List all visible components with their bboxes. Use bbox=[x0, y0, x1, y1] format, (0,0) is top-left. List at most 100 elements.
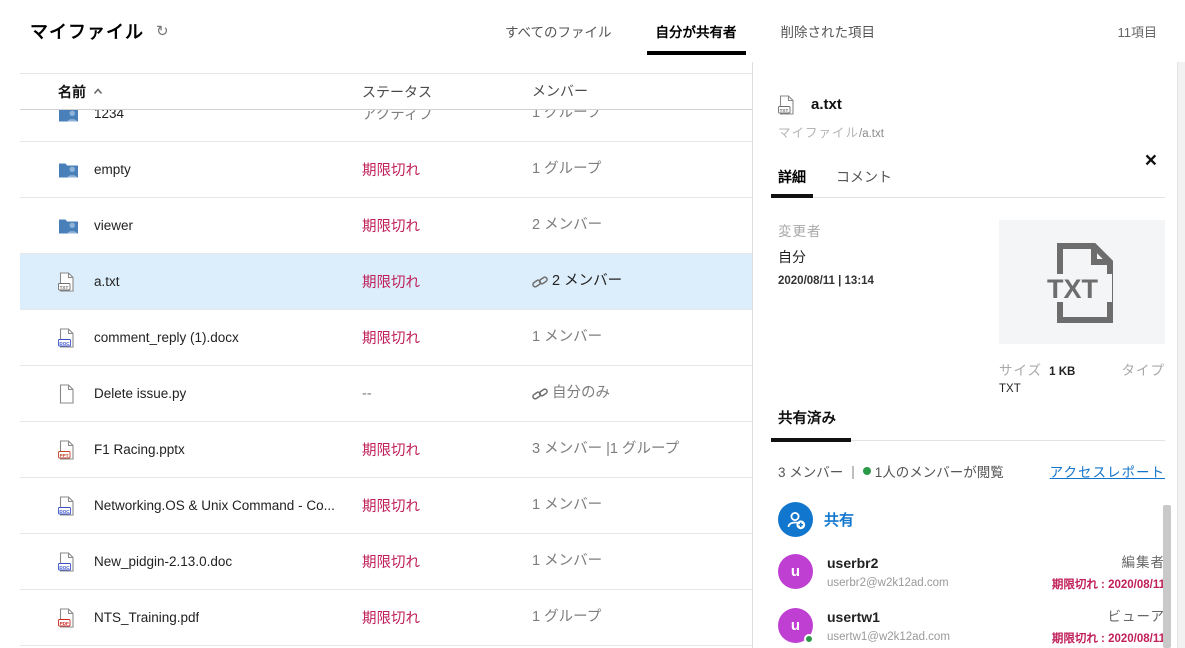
svg-text:DOC: DOC bbox=[59, 340, 70, 345]
panel-header: TXT a.txt bbox=[778, 94, 1165, 115]
file-table: 名前 ステータス メンバー bbox=[0, 62, 752, 648]
online-status-dot bbox=[804, 634, 814, 644]
view-tabs: すべてのファイル 自分が共有者 削除された項目 bbox=[505, 0, 875, 62]
table-row[interactable]: empty 期限切れ 1 グループ bbox=[20, 142, 752, 198]
link-icon bbox=[532, 386, 548, 402]
page-scrollbar[interactable] bbox=[1177, 62, 1185, 648]
page-title: マイファイル bbox=[30, 18, 144, 44]
column-header-name[interactable]: 名前 bbox=[20, 82, 362, 102]
top-bar: マイファイル ↻ すべてのファイル 自分が共有者 削除された項目 11項目 bbox=[0, 0, 1185, 62]
title-wrap: マイファイル ↻ bbox=[0, 18, 169, 44]
table-row[interactable]: DOC New_pidgin-2.13.0.doc 期限切れ bbox=[20, 534, 752, 590]
members-count: 3 メンバー |1 グループ bbox=[532, 439, 679, 460]
members-count: 2 メンバー bbox=[552, 271, 622, 292]
breadcrumb: マイファイル/a.txt bbox=[778, 122, 1165, 141]
status-cell: -- bbox=[362, 385, 532, 403]
table-body: 1234 アクティブ 1 グループ bbox=[20, 86, 752, 646]
table-row[interactable]: PPT F1 Racing.pptx 期限切れ 3 メンバー bbox=[20, 422, 752, 478]
members-cell: 1 グループ bbox=[532, 159, 752, 180]
table-row[interactable]: Delete issue.py -- 自分のみ bbox=[20, 366, 752, 422]
column-header-status[interactable]: ステータス bbox=[362, 82, 532, 102]
avatar-letter: u bbox=[791, 563, 800, 580]
status-expired: 期限切れ bbox=[362, 443, 420, 459]
close-icon[interactable]: × bbox=[1145, 150, 1157, 171]
refresh-icon[interactable]: ↻ bbox=[156, 24, 169, 39]
share-summary: 3 メンバー | 1人のメンバーが閲覧 アクセスレポート bbox=[778, 461, 1165, 481]
members-count: 1 メンバー bbox=[532, 551, 602, 572]
tab-all-files[interactable]: すべてのファイル bbox=[505, 21, 612, 41]
status-expired: 期限切れ bbox=[362, 611, 420, 627]
txt-preview-icon: TXT bbox=[1038, 238, 1126, 326]
shared-folder-icon bbox=[58, 215, 79, 236]
members-cell: 1 メンバー bbox=[532, 327, 752, 348]
svg-text:TXT: TXT bbox=[1047, 274, 1099, 304]
share-viewed-text: 1人のメンバーが閲覧 bbox=[875, 461, 1004, 481]
modified-info: 変更者 自分 2020/08/11 | 13:14 bbox=[778, 220, 999, 395]
user-avatar: u bbox=[778, 608, 813, 643]
table-row[interactable]: DOC comment_reply (1).docx 期限切れ bbox=[20, 310, 752, 366]
share-role: 編集者 bbox=[1052, 551, 1165, 571]
svg-text:TXT: TXT bbox=[780, 107, 789, 112]
svg-text:PPT: PPT bbox=[60, 452, 69, 457]
pdf-file-icon: PDF bbox=[58, 607, 79, 628]
svg-text:DOC: DOC bbox=[59, 508, 70, 513]
ppt-file-icon: PPT bbox=[58, 439, 79, 460]
share-user-name: userbr2 bbox=[827, 555, 878, 571]
share-expiry: 期限切れ : 2020/08/11 bbox=[1052, 630, 1165, 646]
share-role: ビューア bbox=[1052, 605, 1165, 625]
table-row[interactable]: TXT a.txt 期限切れ bbox=[20, 254, 752, 310]
file-name: F1 Racing.pptx bbox=[94, 442, 185, 457]
doc-file-icon: DOC bbox=[58, 495, 79, 516]
members-count: 1 メンバー bbox=[532, 495, 602, 516]
generic-file-icon bbox=[58, 383, 79, 404]
type-value: TXT bbox=[999, 383, 1165, 395]
file-name-cell: TXT a.txt bbox=[20, 271, 362, 292]
modified-by-value: 自分 bbox=[778, 247, 999, 267]
members-cell: 1 グループ bbox=[532, 607, 752, 628]
table-row[interactable]: DOC Networking.OS & Unix Command - Co...… bbox=[20, 478, 752, 534]
share-button[interactable]: 共有 bbox=[778, 502, 1165, 537]
tab-deleted-items[interactable]: 削除された項目 bbox=[781, 21, 876, 41]
members-count: 自分のみ bbox=[552, 383, 610, 404]
txt-file-icon: TXT bbox=[58, 271, 79, 292]
members-cell: 2 メンバー bbox=[532, 215, 752, 236]
tab-shared-by-me[interactable]: 自分が共有者 bbox=[656, 21, 737, 41]
share-list-item[interactable]: u usertw1 usertw1@w2k12ad.com ビューア 期限切れ … bbox=[778, 605, 1165, 646]
file-name-cell: Delete issue.py bbox=[20, 383, 362, 404]
doc-file-icon: DOC bbox=[58, 327, 79, 348]
access-report-link[interactable]: アクセスレポート bbox=[1050, 461, 1165, 481]
size-value: 1 KB bbox=[1049, 366, 1075, 378]
svg-text:TXT: TXT bbox=[60, 284, 69, 289]
file-name: comment_reply (1).docx bbox=[94, 330, 239, 345]
shared-folder-icon bbox=[58, 159, 79, 180]
status-expired: 期限切れ bbox=[362, 163, 420, 179]
tab-details[interactable]: 詳細 bbox=[778, 167, 806, 187]
file-name-cell: DOC comment_reply (1).docx bbox=[20, 327, 362, 348]
share-role-block: ビューア 期限切れ : 2020/08/11 bbox=[1052, 605, 1165, 646]
members-count: 2 メンバー bbox=[532, 215, 602, 236]
svg-text:DOC: DOC bbox=[59, 564, 70, 569]
modified-date: 2020/08/11 | 13:14 bbox=[778, 275, 999, 287]
panel-scrollbar-thumb[interactable] bbox=[1163, 505, 1171, 648]
table-row[interactable]: viewer 期限切れ 2 メンバー bbox=[20, 198, 752, 254]
preview-block: TXT サイズ 1 KB タイプ TXT bbox=[999, 220, 1165, 395]
status-expired: 期限切れ bbox=[362, 275, 420, 291]
share-role-block: 編集者 期限切れ : 2020/08/11 bbox=[1052, 551, 1165, 592]
share-user-email: userbr2@w2k12ad.com bbox=[827, 577, 1052, 589]
members-count: 1 グループ bbox=[532, 607, 601, 628]
share-list-item[interactable]: u userbr2 userbr2@w2k12ad.com 編集者 期限切れ :… bbox=[778, 551, 1165, 592]
add-user-icon bbox=[778, 502, 813, 537]
table-row[interactable]: PDF NTS_Training.pdf 期限切れ 1 グループ bbox=[20, 590, 752, 646]
column-header-members[interactable]: メンバー bbox=[532, 81, 752, 102]
tab-comments[interactable]: コメント bbox=[836, 167, 892, 187]
content-area: 名前 ステータス メンバー bbox=[0, 62, 1185, 648]
share-user-name: usertw1 bbox=[827, 609, 880, 625]
members-cell: 3 メンバー |1 グループ bbox=[532, 439, 752, 460]
members-cell: 自分のみ bbox=[532, 383, 752, 404]
share-user-email: usertw1@w2k12ad.com bbox=[827, 631, 1052, 643]
members-count: 1 メンバー bbox=[532, 327, 602, 348]
file-name: New_pidgin-2.13.0.doc bbox=[94, 554, 232, 569]
members-cell: 1 メンバー bbox=[532, 551, 752, 572]
status-expired: 期限切れ bbox=[362, 331, 420, 347]
share-identity: userbr2 userbr2@w2k12ad.com bbox=[827, 555, 1052, 589]
